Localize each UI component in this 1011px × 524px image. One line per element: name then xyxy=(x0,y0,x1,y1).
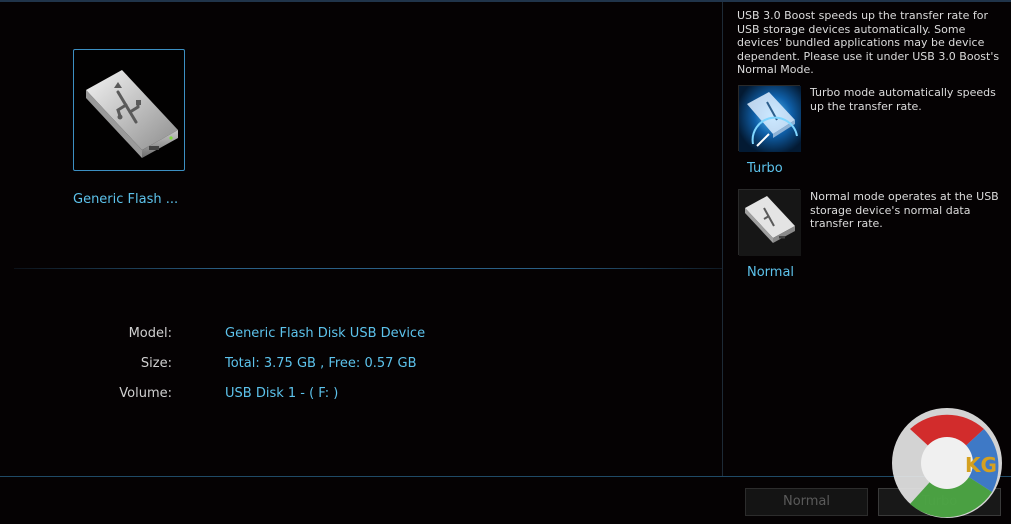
turbo-speedometer-icon xyxy=(739,86,801,152)
section-divider xyxy=(14,268,722,269)
panel-divider xyxy=(722,2,723,476)
boost-description: USB 3.0 Boost speeds up the transfer rat… xyxy=(737,9,1000,76)
usb-drive-icon xyxy=(86,70,178,158)
size-label: Size: xyxy=(140,356,172,371)
device-name: Generic Flash ... xyxy=(73,192,179,207)
model-label: Model: xyxy=(128,326,172,341)
footer-divider xyxy=(0,476,1011,477)
turbo-description: Turbo mode automatically speeds up the t… xyxy=(810,86,996,113)
normal-label: Normal xyxy=(747,265,795,280)
turbo-label: Turbo xyxy=(747,161,783,176)
kg-logo: KG xyxy=(892,408,1002,518)
size-value: Total: 3.75 GB , Free: 0.57 GB xyxy=(225,356,417,371)
top-border xyxy=(0,0,1011,2)
normal-description: Normal mode operates at the USB storage … xyxy=(810,190,999,230)
normal-button[interactable]: Normal xyxy=(745,488,868,516)
kg-logo-text: KG xyxy=(965,453,997,477)
model-value: Generic Flash Disk USB Device xyxy=(225,326,426,341)
turbo-mode-button[interactable] xyxy=(738,85,801,152)
volume-label: Volume: xyxy=(119,386,172,401)
normal-mode-button[interactable] xyxy=(738,189,801,256)
volume-value: USB Disk 1 - ( F: ) xyxy=(225,386,339,401)
usb-drive-icon xyxy=(739,190,801,256)
device-tile[interactable] xyxy=(73,49,185,171)
